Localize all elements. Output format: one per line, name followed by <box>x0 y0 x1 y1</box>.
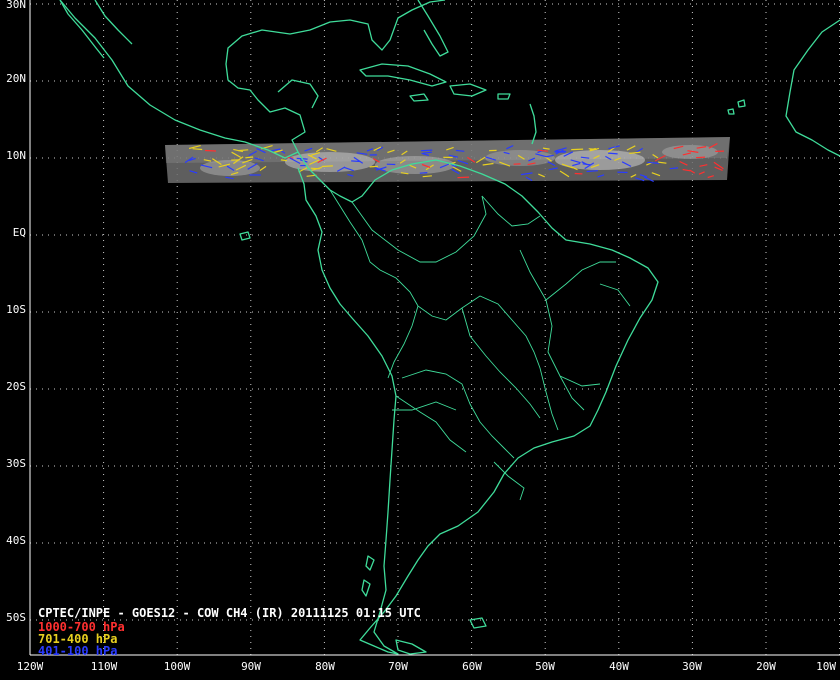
lon-label-100w: 100W <box>164 660 191 673</box>
lat-label-30s: 30S <box>6 457 26 470</box>
graticule <box>30 0 840 655</box>
wind-barb <box>351 160 361 163</box>
wind-barb <box>419 172 428 174</box>
lat-label-40s: 40S <box>6 534 26 547</box>
lat-label-50s: 50S <box>6 611 26 624</box>
wind-barb <box>695 156 706 159</box>
lon-label-110w: 110W <box>91 660 118 673</box>
lat-label-20s: 20S <box>6 380 26 393</box>
wind-barb <box>571 148 584 151</box>
longitude-labels: 120W 110W 100W 90W 80W 70W 60W 50W 40W 3… <box>17 660 837 673</box>
lon-label-60w: 60W <box>462 660 482 673</box>
lat-label-30n: 30N <box>6 0 26 11</box>
lon-label-30w: 30W <box>682 660 702 673</box>
wind-barb <box>245 156 254 159</box>
wind-barb <box>321 165 333 168</box>
coastlines <box>59 0 840 655</box>
lon-label-70w: 70W <box>388 660 408 673</box>
wind-barb <box>369 165 378 168</box>
lon-label-80w: 80W <box>315 660 335 673</box>
lat-label-10s: 10S <box>6 303 26 316</box>
lon-label-40w: 40W <box>609 660 629 673</box>
wind-barb <box>204 149 217 152</box>
lat-label-10n: 10N <box>6 149 26 162</box>
lon-label-20w: 20W <box>756 660 776 673</box>
wind-barb <box>669 167 679 170</box>
lon-label-120w: 120W <box>17 660 44 673</box>
lon-label-50w: 50W <box>535 660 555 673</box>
lon-label-90w: 90W <box>241 660 261 673</box>
wind-barb <box>457 176 470 179</box>
wind-barb <box>608 152 618 155</box>
latitude-labels: 30N 20N 10N EQ 10S 20S 30S 40S 50S <box>6 0 26 624</box>
lat-label-eq: EQ <box>13 226 26 239</box>
wind-barb <box>420 149 433 152</box>
wind-barb <box>280 159 287 162</box>
wind-map: 30N 20N 10N EQ 10S 20S 30S 40S 50S 120W … <box>6 0 840 673</box>
lon-label-10w: 10W <box>816 660 836 673</box>
legend-high-level: 401-100 hPa <box>38 644 117 658</box>
wind-barb <box>586 170 598 173</box>
wind-barb <box>192 148 203 151</box>
lat-label-20n: 20N <box>6 72 26 85</box>
map-title: CPTEC/INPE - GOES12 - COW CH4 (IR) 20111… <box>38 606 421 620</box>
wind-barb <box>238 149 249 152</box>
